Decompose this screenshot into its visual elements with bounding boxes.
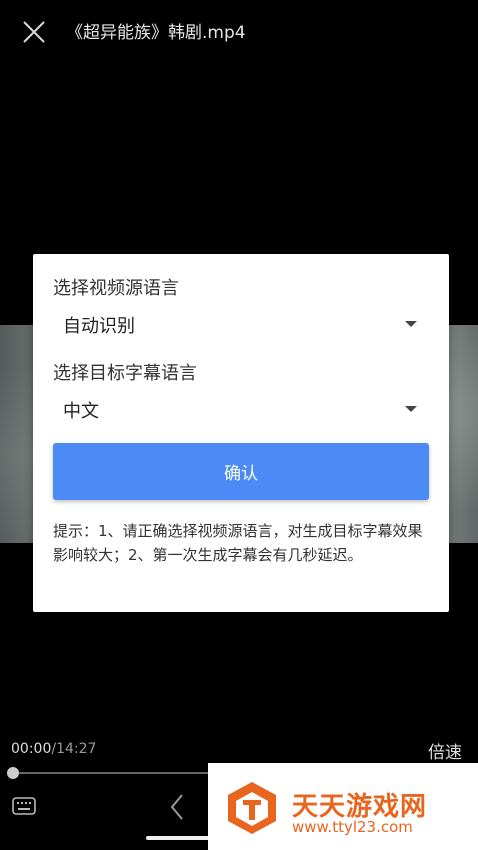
watermark-url: www.ttyl23.com bbox=[292, 818, 413, 836]
home-indicator[interactable] bbox=[146, 836, 212, 840]
video-player-screen: 《超异能族》韩剧.mp4 选择视频源语言 自动识别 选择目标字幕语言 中文 确认… bbox=[0, 0, 478, 850]
source-language-select[interactable]: 自动识别 bbox=[53, 304, 427, 344]
confirm-button[interactable]: 确认 bbox=[53, 443, 429, 500]
watermark-logo-icon bbox=[228, 782, 276, 834]
keyboard-icon bbox=[12, 797, 36, 815]
source-language-label: 选择视频源语言 bbox=[53, 278, 179, 299]
watermark: 天天游戏网 www.ttyl23.com bbox=[208, 763, 478, 850]
chevron-left-icon bbox=[170, 794, 183, 820]
dropdown-arrow-icon bbox=[405, 321, 417, 327]
time-display: 00:00/14:27 bbox=[11, 741, 96, 757]
current-time: 00:00 bbox=[11, 741, 52, 757]
playback-speed-button[interactable]: 倍速 bbox=[428, 738, 462, 763]
target-language-label: 选择目标字幕语言 bbox=[53, 363, 197, 384]
target-language-value: 中文 bbox=[63, 401, 99, 422]
dropdown-arrow-icon bbox=[405, 406, 417, 412]
progress-thumb[interactable] bbox=[7, 767, 19, 779]
subtitle-language-dialog: 选择视频源语言 自动识别 选择目标字幕语言 中文 确认 提示：1、请正确选择视频… bbox=[33, 254, 449, 612]
subtitle-button[interactable] bbox=[12, 797, 36, 815]
total-time: /14:27 bbox=[51, 741, 97, 757]
video-title: 《超异能族》韩剧.mp4 bbox=[66, 23, 246, 43]
source-language-value: 自动识别 bbox=[63, 316, 135, 337]
back-button[interactable] bbox=[168, 793, 186, 821]
target-language-select[interactable]: 中文 bbox=[53, 389, 427, 429]
close-button[interactable] bbox=[22, 20, 46, 44]
close-icon bbox=[23, 21, 45, 43]
tip-text: 提示：1、请正确选择视频源语言，对生成目标字幕效果影响较大；2、第一次生成字幕会… bbox=[53, 522, 423, 564]
